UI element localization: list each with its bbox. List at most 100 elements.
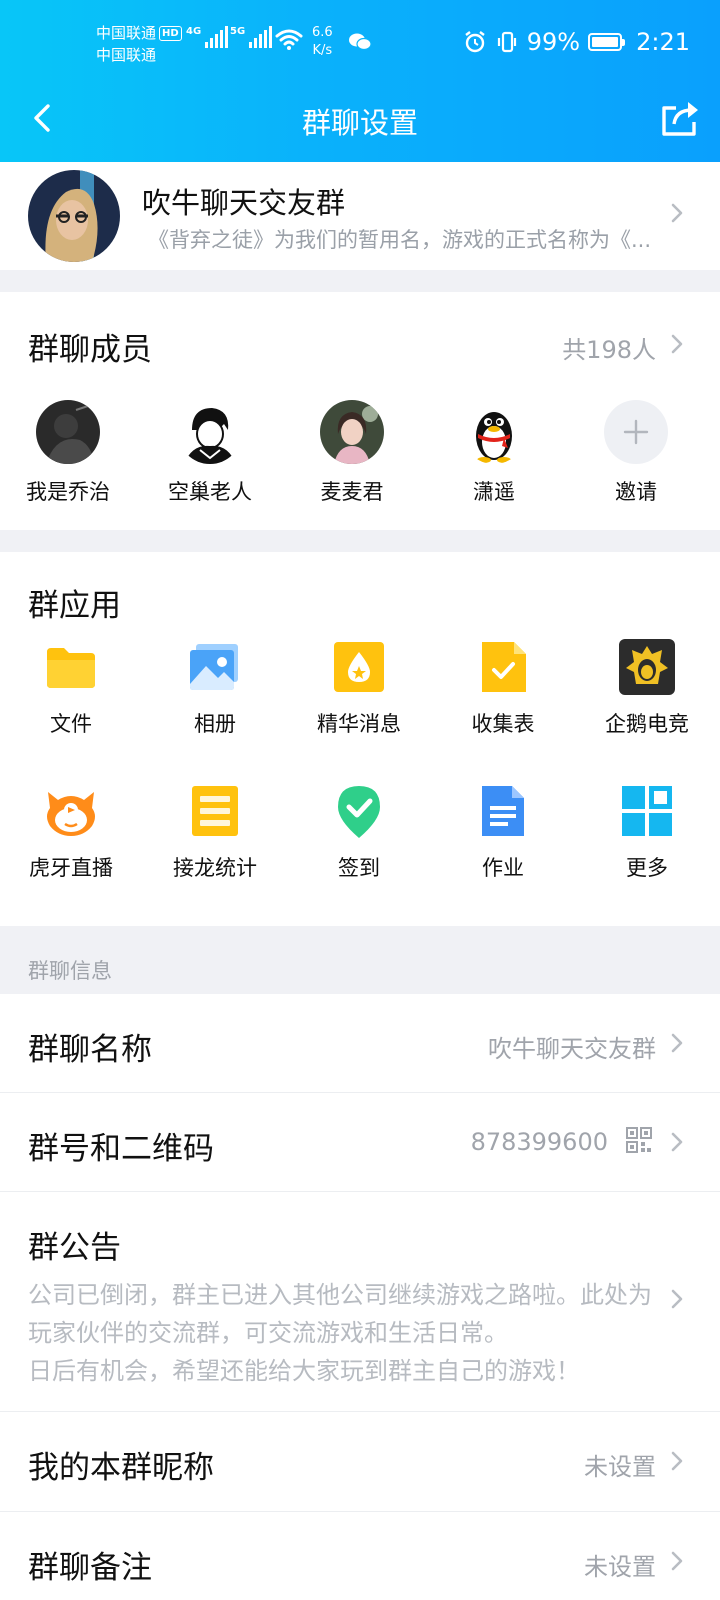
vibrate-icon [497, 31, 516, 53]
row-label: 群号和二维码 [28, 1131, 214, 1167]
signal-4g-icon: 4G [186, 26, 229, 48]
group-id-row[interactable]: 群号和二维码 878399600 [0, 1093, 720, 1192]
member-avatar [36, 400, 100, 464]
app-label: 作业 [482, 856, 524, 880]
group-notice-row[interactable]: 群公告 公司已倒闭，群主已进入其他公司继续游戏之路啦。此处为玩家伙伴的交流群，可… [0, 1192, 720, 1412]
row-value: 未设置 [584, 1453, 656, 1481]
album-icon [186, 638, 244, 696]
info-section: 群聊名称 吹牛聊天交友群 群号和二维码 878399600 群公告 公司已倒闭，… [0, 994, 720, 1600]
row-value: 878399600 [470, 1128, 608, 1156]
app-huya[interactable]: 虎牙直播 [6, 782, 136, 882]
chevron-right-icon [670, 1450, 684, 1472]
status-bar: 中国联通 HD 中国联通 4G 5G 6.6 K/s 99% 2:21 [0, 0, 720, 88]
alarm-icon [465, 31, 485, 53]
app-esports[interactable]: 企鹅电竞 [582, 638, 712, 738]
row-label: 群聊备注 [28, 1550, 152, 1586]
carrier-1: 中国联通 [96, 24, 157, 42]
wechat-icon [348, 32, 372, 56]
list-icon [186, 782, 244, 840]
net-speed: 6.6 K/s [312, 24, 333, 60]
qr-code-icon [626, 1127, 652, 1157]
row-label: 我的本群昵称 [28, 1450, 214, 1486]
app-homework[interactable]: 作业 [438, 782, 568, 882]
members-count: 共198人 [562, 336, 656, 364]
group-remark-row[interactable]: 群聊备注 未设置 [0, 1512, 720, 1600]
member-avatar [462, 400, 526, 464]
app-list[interactable]: 接龙统计 [150, 782, 280, 882]
apps-section: 群应用 文件 相册 精华消息 收集表 企鹅电竞 虎牙直播 接龙统计 签到 作业 … [0, 552, 720, 926]
wifi-icon [275, 28, 303, 54]
speed-unit: K/s [312, 43, 333, 58]
chevron-right-icon [670, 1131, 684, 1153]
essence-icon [330, 638, 388, 696]
huya-icon [42, 782, 100, 840]
member-item[interactable]: 空巢老人 [150, 400, 270, 506]
app-label: 精华消息 [317, 712, 401, 736]
app-label: 签到 [338, 856, 380, 880]
carrier-2: 中国联通 [96, 46, 157, 64]
chevron-right-icon [670, 1032, 684, 1054]
form-icon [474, 638, 532, 696]
chevron-right-icon [670, 202, 684, 224]
member-item[interactable]: 我是乔治 [8, 400, 128, 506]
page-title: 群聊设置 [301, 106, 418, 140]
apps-title: 群应用 [28, 588, 121, 624]
app-label: 文件 [50, 712, 92, 736]
app-album[interactable]: 相册 [150, 638, 280, 738]
group-profile[interactable]: 吹牛聊天交友群 《背弃之徒》为我们的暂用名，游戏的正式名称为《... [0, 162, 720, 270]
app-checkin[interactable]: 签到 [294, 782, 424, 882]
share-button[interactable] [656, 94, 704, 142]
group-name: 吹牛聊天交友群 [142, 186, 346, 220]
app-files[interactable]: 文件 [6, 638, 136, 738]
members-title: 群聊成员 [28, 332, 152, 368]
member-name: 空巢老人 [168, 480, 252, 504]
title-bar: 群聊设置 [0, 88, 720, 162]
row-label: 群公告 [28, 1230, 121, 1266]
battery-icon [588, 33, 626, 51]
checkin-icon [330, 782, 388, 840]
app-label: 虎牙直播 [29, 856, 113, 880]
status-right: 99% 2:21 [463, 28, 690, 56]
row-value: 吹牛聊天交友群 [488, 1035, 656, 1063]
app-label: 收集表 [471, 712, 535, 736]
members-count-link[interactable]: 共198人 [510, 330, 690, 364]
esports-icon [618, 638, 676, 696]
member-avatar [178, 400, 242, 464]
group-description: 《背弃之徒》为我们的暂用名，游戏的正式名称为《... [148, 228, 652, 252]
chevron-right-icon [670, 1288, 684, 1310]
app-label: 企鹅电竞 [605, 712, 689, 736]
battery-percent: 99% [526, 28, 581, 56]
add-icon [604, 400, 668, 464]
chevron-right-icon [670, 333, 684, 355]
invite-label: 邀请 [615, 480, 657, 504]
app-more[interactable]: 更多 [582, 782, 712, 882]
my-nickname-row[interactable]: 我的本群昵称 未设置 [0, 1412, 720, 1512]
invite-button[interactable]: 邀请 [576, 400, 696, 506]
header-bar: 中国联通 HD 中国联通 4G 5G 6.6 K/s 99% 2:21 群聊设置 [0, 0, 720, 162]
member-item[interactable]: 潇遥 [434, 400, 554, 506]
row-value: 未设置 [584, 1553, 656, 1581]
chevron-right-icon [670, 1550, 684, 1572]
app-label: 更多 [626, 856, 668, 880]
member-name: 潇遥 [473, 480, 515, 504]
app-essence[interactable]: 精华消息 [294, 638, 424, 738]
hd-badge: HD [159, 26, 182, 41]
clock: 2:21 [636, 28, 690, 56]
row-label: 群聊名称 [28, 1032, 152, 1068]
share-icon [662, 102, 698, 136]
folder-icon [42, 638, 100, 696]
app-form[interactable]: 收集表 [438, 638, 568, 738]
member-avatar [320, 400, 384, 464]
app-label: 接龙统计 [173, 856, 257, 880]
members-section: 群聊成员 共198人 我是乔治 空巢老人 麦麦君 潇遥 邀请 [0, 292, 720, 530]
member-item[interactable]: 麦麦君 [292, 400, 412, 506]
app-label: 相册 [194, 712, 236, 736]
member-name: 麦麦君 [320, 480, 384, 504]
speed-value: 6.6 [312, 25, 333, 40]
group-name-row[interactable]: 群聊名称 吹牛聊天交友群 [0, 994, 720, 1093]
homework-icon [474, 782, 532, 840]
carrier-info: 中国联通 HD 中国联通 [96, 22, 182, 66]
notice-text: 公司已倒闭，群主已进入其他公司继续游戏之路啦。此处为玩家伙伴的交流群，可交流游戏… [28, 1281, 652, 1385]
signal-5g-icon: 5G [230, 26, 273, 48]
group-avatar [28, 170, 120, 262]
